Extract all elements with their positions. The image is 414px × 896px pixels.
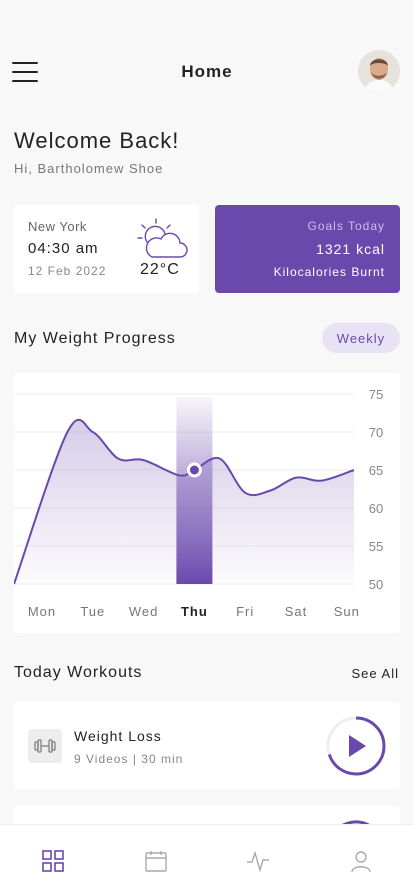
weekly-filter-button[interactable]: Weekly	[322, 323, 400, 353]
goals-value: 1321 kcal	[316, 241, 385, 257]
progress-title: My Weight Progress	[14, 330, 176, 347]
goals-label: Goals Today	[307, 219, 385, 233]
avatar[interactable]	[358, 50, 400, 92]
weather-date: 12 Feb 2022	[28, 264, 107, 278]
weight-chart-svg: 75 70 65 60 55 50 Mon Tue Wed Thu Fri Sat Sun	[13, 387, 383, 619]
dumbbell-icon	[28, 729, 62, 763]
y-tick-label: 75	[369, 387, 383, 402]
greeting-text: Hi, Bartholomew Shoe	[14, 161, 164, 176]
workouts-title: Today Workouts	[14, 664, 143, 681]
welcome-heading: Welcome Back!	[14, 128, 180, 153]
x-tick-label: Mon	[28, 604, 56, 619]
x-tick-label: Tue	[80, 604, 105, 619]
y-tick-label: 55	[369, 539, 383, 554]
workout-card[interactable]: Weight Loss 9 Videos | 30 min	[14, 702, 400, 789]
workout-title: Weight Loss	[74, 728, 162, 744]
goals-subtitle: Kilocalories Burnt	[273, 265, 385, 279]
see-all-button[interactable]: See All	[352, 666, 399, 681]
y-tick-label: 65	[369, 463, 383, 478]
bottom-nav	[0, 824, 414, 896]
activity-icon[interactable]	[238, 841, 278, 881]
y-tick-label: 70	[369, 425, 383, 440]
x-tick-label: Fri	[236, 604, 254, 619]
y-tick-label: 50	[369, 577, 383, 592]
avatar-image	[358, 50, 400, 92]
weight-chart: 75 70 65 60 55 50 Mon Tue Wed Thu Fri Sat Sun	[13, 373, 400, 633]
page-title: Home	[181, 62, 233, 81]
x-tick-label: Wed	[129, 604, 159, 619]
weather-city: New York	[28, 219, 87, 234]
x-tick-label: Sun	[334, 604, 360, 619]
calendar-icon[interactable]	[136, 841, 176, 881]
x-tick-label: Thu	[181, 604, 208, 619]
partly-cloudy-icon	[137, 218, 188, 258]
highlight-point[interactable]	[186, 462, 202, 478]
grid-icon[interactable]	[33, 841, 73, 881]
goals-card[interactable]: Goals Today 1321 kcal Kilocalories Burnt	[215, 205, 400, 293]
weather-time: 04:30 am	[28, 240, 99, 257]
weather-temperature: 22°C	[140, 261, 180, 278]
y-tick-label: 60	[369, 501, 383, 516]
x-tick-label: Sat	[285, 604, 308, 619]
workout-subtitle: 9 Videos | 30 min	[74, 752, 184, 766]
profile-icon[interactable]	[341, 841, 381, 881]
weather-card: New York 04:30 am 12 Feb 2022 22°C	[14, 205, 199, 293]
play-button[interactable]	[326, 716, 386, 776]
